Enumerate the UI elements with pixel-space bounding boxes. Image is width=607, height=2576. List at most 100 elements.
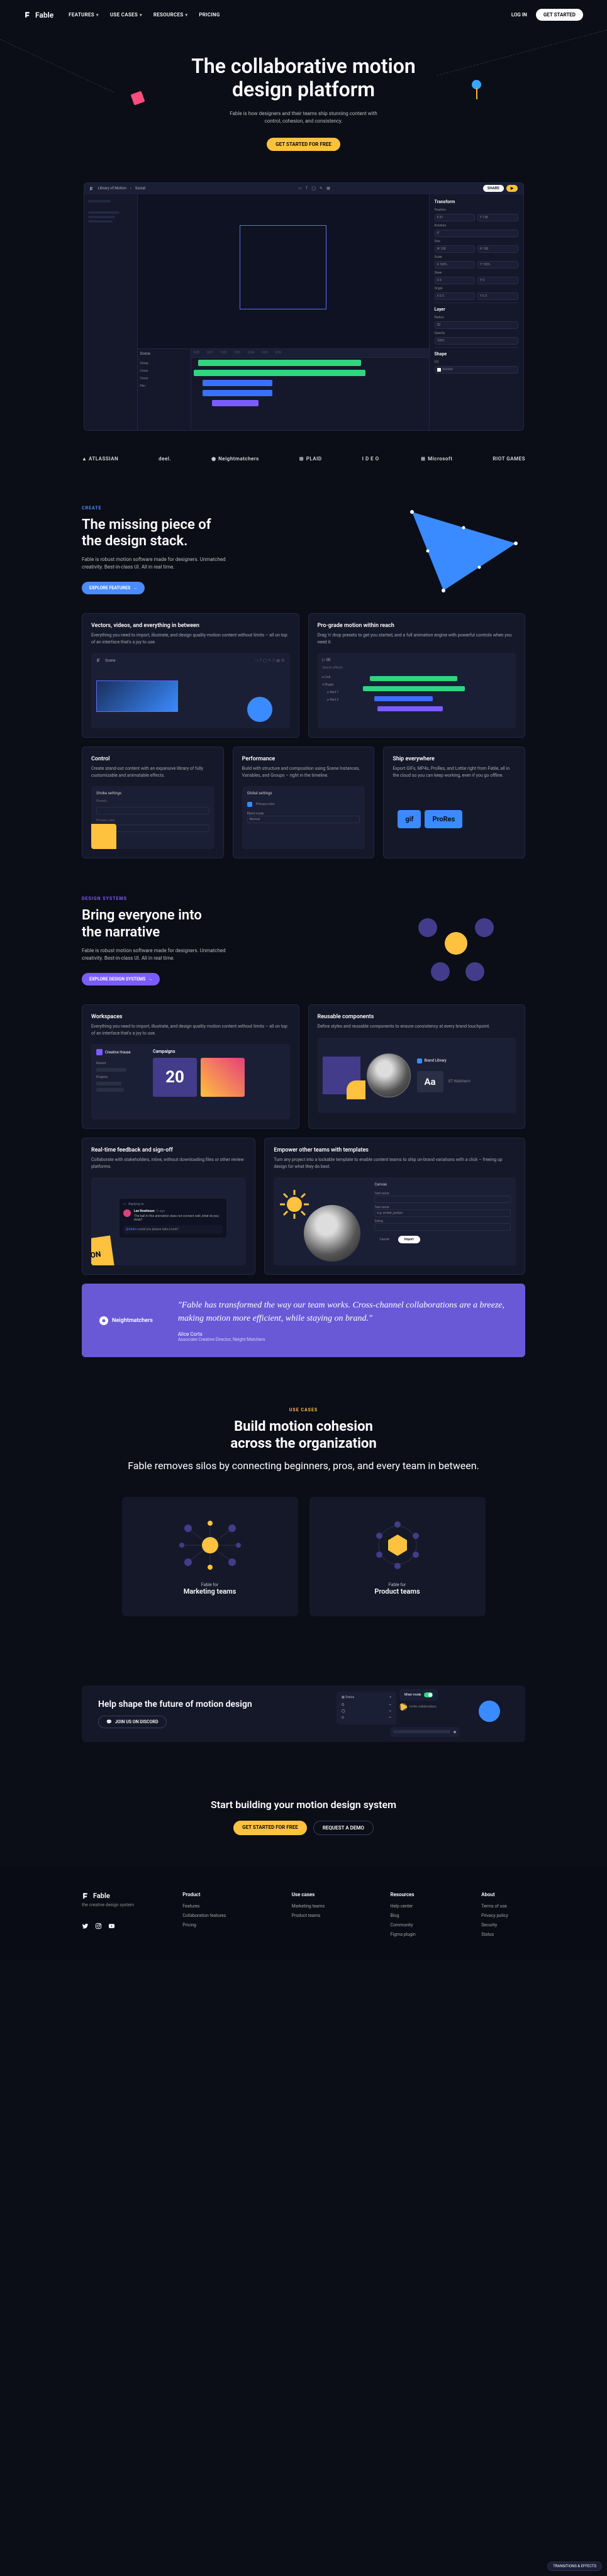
- brand-logo[interactable]: Fable: [24, 11, 53, 19]
- feature-card-control: Control Create stand-out content with an…: [82, 747, 224, 858]
- nav-resources[interactable]: RESOURCES▾: [153, 12, 187, 18]
- explore-features-button[interactable]: EXPLORE FEATURES→: [82, 582, 145, 594]
- input-sx[interactable]: X 100%: [435, 261, 476, 269]
- footer-link[interactable]: Security: [481, 1923, 508, 1928]
- section-label: DESIGN SYSTEMS: [82, 896, 525, 901]
- chevron-down-icon: ▾: [96, 13, 99, 18]
- sunburst-icon: [279, 1189, 310, 1220]
- input-h[interactable]: H 100: [477, 245, 518, 253]
- card-text: Create stand-out content with an expansi…: [91, 765, 214, 779]
- panel-heading: Shape: [435, 352, 518, 357]
- logo-riot: RIOT GAMES: [493, 457, 525, 461]
- logo-icon: [24, 11, 32, 19]
- footer-link[interactable]: Figma plugin: [391, 1932, 416, 1937]
- footer-link[interactable]: Collaboration features: [182, 1913, 226, 1918]
- get-started-button[interactable]: GET STARTED: [536, 9, 583, 21]
- twitter-icon[interactable]: [82, 1920, 89, 1932]
- mock-label: Stroke settings: [96, 791, 209, 796]
- timeline-item[interactable]: Cross: [140, 375, 188, 382]
- property-label: Scale: [435, 255, 518, 259]
- testimonial-quote: "Fable has transformed the way our team …: [178, 1299, 508, 1325]
- cta-request-demo-button[interactable]: REQUEST A DEMO: [313, 1821, 374, 1835]
- footer-link[interactable]: Community: [391, 1923, 416, 1928]
- input-x[interactable]: X 81: [435, 214, 476, 221]
- footer-col-about: About Terms of use Privacy policy Securi…: [481, 1892, 508, 1941]
- discord-banner: Help shape the future of motion design 💬…: [82, 1685, 525, 1742]
- input-origin-y[interactable]: Y 0.5: [477, 292, 518, 300]
- nav-use-cases[interactable]: USE CASES▾: [110, 12, 142, 18]
- card-text: Export GIFs, MP4s, ProRes, and Lottie ri…: [393, 765, 516, 779]
- share-button[interactable]: SHARE: [483, 185, 504, 192]
- footer-link[interactable]: Terms of use: [481, 1904, 508, 1909]
- logo-icon: [96, 658, 101, 663]
- cta-heading: Start building your motion design system: [0, 1799, 607, 1811]
- footer-link[interactable]: Marketing teams: [292, 1904, 325, 1909]
- cta-get-started-button[interactable]: GET STARTED FOR FREE: [233, 1821, 307, 1835]
- canvas[interactable]: [138, 194, 429, 348]
- timeline-item[interactable]: Group: [140, 360, 188, 367]
- timeline-item[interactable]: Pen: [140, 382, 188, 390]
- property-label: Position: [435, 208, 518, 212]
- logo-atlassian: ▲ATLASSIAN: [82, 456, 118, 462]
- timeline-item[interactable]: Cross: [140, 367, 188, 375]
- format-gif: gif: [398, 810, 421, 828]
- footer-link[interactable]: Features: [182, 1904, 226, 1909]
- input-y[interactable]: Y 138: [477, 214, 518, 221]
- discord-art: ▦ Status × ⬡— ◯— ◇— Mixer mode Invite co…: [337, 1685, 506, 1742]
- footer: Fable the creative design system Product…: [0, 1867, 607, 1960]
- play-button[interactable]: ▶: [506, 185, 518, 192]
- feature-card-performance: Performance Build with structure and com…: [233, 747, 375, 858]
- footer-link[interactable]: Privacy policy: [481, 1913, 508, 1918]
- hero-cta-button[interactable]: GET STARTED FOR FREE: [267, 138, 340, 151]
- import-button[interactable]: Import: [398, 1236, 420, 1243]
- nav-pricing[interactable]: PRICING: [199, 12, 220, 18]
- input-skew-y[interactable]: Y 0: [477, 277, 518, 284]
- chevron-down-icon: ▾: [140, 13, 142, 18]
- footer-link[interactable]: Blog: [391, 1913, 416, 1918]
- explore-design-systems-button[interactable]: EXPLORE DESIGN SYSTEMS→: [82, 973, 160, 985]
- input-sy[interactable]: Y 100%: [477, 261, 518, 269]
- property-label: Rotation: [435, 224, 518, 228]
- cancel-button[interactable]: Cancel: [374, 1236, 394, 1243]
- input-radius[interactable]: 20: [435, 321, 518, 329]
- card-text: Build with structure and composition usi…: [242, 765, 365, 779]
- footer-link[interactable]: Status: [481, 1932, 508, 1937]
- top-nav: FEATURES▾ USE CASES▾ RESOURCES▾ PRICING: [69, 12, 220, 18]
- nav-features[interactable]: FEATURES▾: [69, 12, 99, 18]
- logo-plaid: ⊞PLAID: [299, 456, 322, 462]
- card-title: Pro-grade motion within reach: [318, 623, 516, 629]
- use-case-marketing[interactable]: Fable for Marketing teams: [122, 1497, 298, 1616]
- input-origin-x[interactable]: X 0.5: [435, 292, 476, 300]
- section-heading: Bring everyone intothe narrative: [82, 908, 245, 941]
- card-text: Drag 'n' drop presets to get you started…: [318, 632, 516, 645]
- login-link[interactable]: LOG IN: [511, 12, 527, 18]
- banner-heading: Help shape the future of motion design: [98, 1699, 252, 1709]
- logo-deel: deel.: [159, 456, 171, 462]
- input-w[interactable]: W 100: [435, 245, 476, 253]
- timeline[interactable]: Scene Group Cross Cross Pen 0:000:010:02…: [138, 348, 429, 430]
- deco-lollipop: [472, 80, 481, 99]
- property-label: Radius: [435, 316, 518, 319]
- feature-card-vectors: Vectors, videos, and everything in betwe…: [82, 613, 299, 738]
- instagram-icon[interactable]: [95, 1920, 102, 1932]
- footer-link[interactable]: Product teams: [292, 1913, 325, 1918]
- input-skew-x[interactable]: X 0: [435, 277, 476, 284]
- create-section: CREATE The missing piece ofthe design st…: [0, 487, 607, 614]
- panel-heading: Layer: [435, 307, 518, 312]
- footer-col-resources: Resources Help center Blog Community Fig…: [391, 1892, 416, 1941]
- join-discord-button[interactable]: 💬JOIN US ON DISCORD: [98, 1716, 167, 1728]
- input-rotation[interactable]: 0°: [435, 230, 518, 237]
- footer-logo[interactable]: Fable: [82, 1892, 134, 1900]
- logo-microsoft: ⊞Microsoft: [421, 456, 452, 462]
- typography-sample: Aa: [417, 1071, 443, 1092]
- property-label: Opacity: [435, 331, 518, 335]
- ds-card-feedback: Real-time feedback and sign-off Collabor…: [82, 1138, 255, 1275]
- footer-link[interactable]: Help center: [391, 1904, 416, 1909]
- timeline-header-scene: Scene: [140, 352, 188, 356]
- use-case-product[interactable]: Fable for Product teams: [309, 1497, 486, 1616]
- youtube-icon[interactable]: [108, 1920, 115, 1932]
- workspace-name: Creative House: [105, 1050, 131, 1055]
- input-opacity[interactable]: 100%: [435, 337, 518, 345]
- footer-link[interactable]: Pricing: [182, 1923, 226, 1928]
- avatar: [123, 1209, 131, 1217]
